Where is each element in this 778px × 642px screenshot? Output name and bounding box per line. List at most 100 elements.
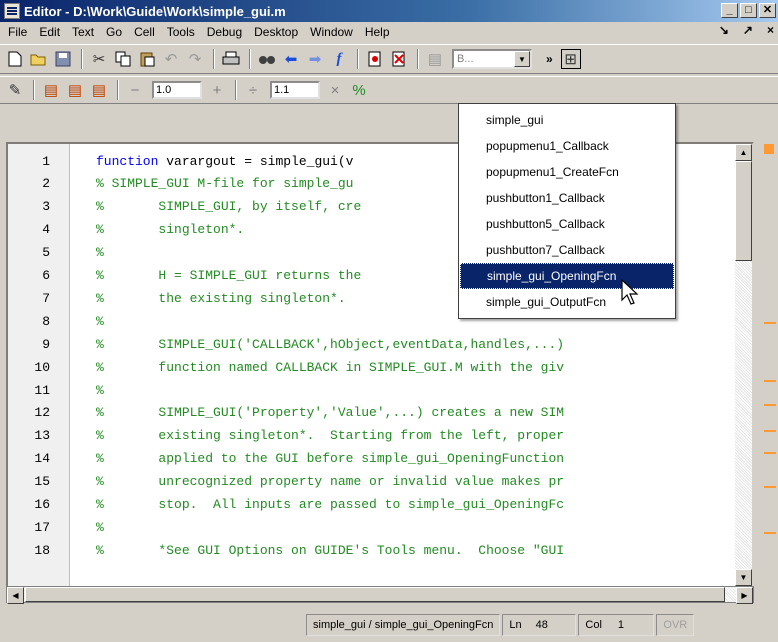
undo-icon[interactable]: ↶ (160, 48, 182, 70)
line-number[interactable]: 14 (8, 451, 56, 466)
line-number[interactable]: 5 (8, 245, 56, 260)
eval-advance-icon[interactable]: ▤ (64, 79, 86, 101)
code-text[interactable]: % function named CALLBACK in SIMPLE_GUI.… (96, 360, 564, 375)
toolbar-overflow-icon[interactable]: » (546, 52, 553, 66)
function-list-item[interactable]: pushbutton7_Callback (460, 237, 674, 263)
copy-icon[interactable] (112, 48, 134, 70)
scroll-right-icon[interactable]: ▶ (736, 587, 753, 604)
step-icon[interactable]: ▤ (424, 48, 446, 70)
warning-marker[interactable] (764, 380, 776, 382)
code-line[interactable]: 14 % applied to the GUI before simple_gui… (8, 448, 738, 470)
horizontal-scrollbar[interactable]: ◀ ▶ (6, 586, 754, 604)
code-text[interactable]: % the existing singleton*. (96, 291, 346, 306)
forward-icon[interactable]: ➡ (304, 48, 326, 70)
eval-file-icon[interactable]: ▤ (88, 79, 110, 101)
scroll-left-icon[interactable]: ◀ (7, 587, 24, 604)
find-icon[interactable] (256, 48, 278, 70)
divide-value-field[interactable]: 1.1 (270, 81, 320, 99)
undock-icon[interactable]: ↗ (743, 23, 753, 37)
code-text[interactable]: % existing singleton*. Starting from the… (96, 428, 564, 443)
menu-debug[interactable]: Debug (201, 25, 248, 39)
line-number[interactable]: 7 (8, 291, 56, 306)
code-line[interactable]: 17% (8, 516, 738, 538)
code-text[interactable]: % applied to the GUI before simple_gui_O… (96, 451, 564, 466)
menu-file[interactable]: File (2, 25, 33, 39)
code-text[interactable]: % SIMPLE_GUI('CALLBACK',hObject,eventDat… (96, 337, 564, 352)
save-icon[interactable] (52, 48, 74, 70)
divide-button[interactable]: ÷ (242, 79, 264, 101)
cell-mode-icon[interactable]: ✎ (4, 79, 26, 101)
menu-go[interactable]: Go (100, 25, 128, 39)
scroll-down-icon[interactable]: ▼ (735, 569, 752, 586)
line-number[interactable]: 15 (8, 474, 56, 489)
line-number[interactable]: 13 (8, 428, 56, 443)
warning-marker[interactable] (764, 430, 776, 432)
warning-marker[interactable] (764, 486, 776, 488)
code-line[interactable]: 9 % SIMPLE_GUI('CALLBACK',hObject,eventDa… (8, 333, 738, 355)
cut-icon[interactable]: ✂ (88, 48, 110, 70)
increment-button[interactable]: + (206, 79, 228, 101)
warning-marker[interactable] (764, 322, 776, 324)
code-line[interactable]: 11% (8, 379, 738, 401)
code-text[interactable]: % (96, 520, 104, 535)
code-text[interactable]: % H = SIMPLE_GUI returns the PLE_GU (96, 268, 517, 283)
line-number[interactable]: 9 (8, 337, 56, 352)
redo-icon[interactable]: ↷ (184, 48, 206, 70)
menu-window[interactable]: Window (304, 25, 359, 39)
function-list-item[interactable]: pushbutton5_Callback (460, 211, 674, 237)
line-number[interactable]: 10 (8, 360, 56, 375)
horizontal-scroll-thumb[interactable] (25, 587, 725, 602)
multiply-button[interactable]: × (324, 79, 346, 101)
warning-marker[interactable] (764, 452, 776, 454)
function-list-item[interactable]: simple_gui (460, 107, 674, 133)
line-number[interactable]: 12 (8, 405, 56, 420)
paste-icon[interactable] (136, 48, 158, 70)
function-list-item[interactable]: popupmenu1_Callback (460, 133, 674, 159)
function-list-item[interactable]: pushbutton1_Callback (460, 185, 674, 211)
line-number[interactable]: 4 (8, 222, 56, 237)
grid-layout-icon[interactable]: ⊞ (560, 49, 581, 69)
menu-help[interactable]: Help (359, 25, 396, 39)
decrement-value-field[interactable]: 1.0 (152, 81, 202, 99)
dock-icon[interactable]: ↘ (719, 23, 729, 37)
back-icon[interactable]: ⬅ (280, 48, 302, 70)
line-number[interactable]: 11 (8, 383, 56, 398)
menu-desktop[interactable]: Desktop (248, 25, 304, 39)
clear-breakpoint-icon[interactable] (388, 48, 410, 70)
minimize-button[interactable]: _ (721, 3, 738, 18)
menu-edit[interactable]: Edit (33, 25, 66, 39)
line-number[interactable]: 6 (8, 268, 56, 283)
close-doc-icon[interactable]: × (767, 23, 774, 37)
chevron-down-icon[interactable]: ▼ (514, 51, 530, 67)
close-button[interactable]: ✕ (759, 3, 776, 18)
vertical-scrollbar[interactable]: ▲ ▼ (735, 144, 752, 586)
warning-marker[interactable] (764, 532, 776, 534)
print-icon[interactable] (220, 48, 242, 70)
new-file-icon[interactable] (4, 48, 26, 70)
code-text[interactable]: % SIMPLE_GUI M-file for simple_gu (96, 176, 353, 191)
line-number[interactable]: 16 (8, 497, 56, 512)
stack-combo[interactable]: B... ▼ (452, 49, 532, 69)
code-text[interactable]: % SIMPLE_GUI('Property','Value',...) cre… (96, 405, 564, 420)
line-number[interactable]: 18 (8, 543, 56, 558)
maximize-button[interactable]: □ (740, 3, 757, 18)
code-text[interactable]: % stop. All inputs are passed to simple_… (96, 497, 564, 512)
code-line[interactable]: 16 % stop. All inputs are passed to simpl… (8, 494, 738, 516)
code-line[interactable]: 15 % unrecognized property name or invali… (8, 471, 738, 493)
eval-cell-icon[interactable]: ▤ (40, 79, 62, 101)
menu-tools[interactable]: Tools (161, 25, 201, 39)
code-text[interactable]: % singleton*. (96, 222, 244, 237)
scroll-up-icon[interactable]: ▲ (735, 144, 752, 161)
code-text[interactable]: % SIMPLE_GUI, by itself, cre I or r (96, 199, 517, 214)
code-line[interactable]: 13 % existing singleton*. Starting from t… (8, 425, 738, 447)
code-text[interactable]: % (96, 314, 104, 329)
warning-marker[interactable] (764, 404, 776, 406)
percent-button[interactable]: % (348, 79, 370, 101)
function-list-item[interactable]: popupmenu1_CreateFcn (460, 159, 674, 185)
code-line[interactable]: 12 % SIMPLE_GUI('Property','Value',...) c… (8, 402, 738, 424)
code-line[interactable]: 18 % *See GUI Options on GUIDE's Tools me… (8, 539, 738, 561)
line-number[interactable]: 17 (8, 520, 56, 535)
code-text[interactable]: % unrecognized property name or invalid … (96, 474, 564, 489)
open-icon[interactable] (28, 48, 50, 70)
scroll-thumb[interactable] (735, 161, 752, 261)
